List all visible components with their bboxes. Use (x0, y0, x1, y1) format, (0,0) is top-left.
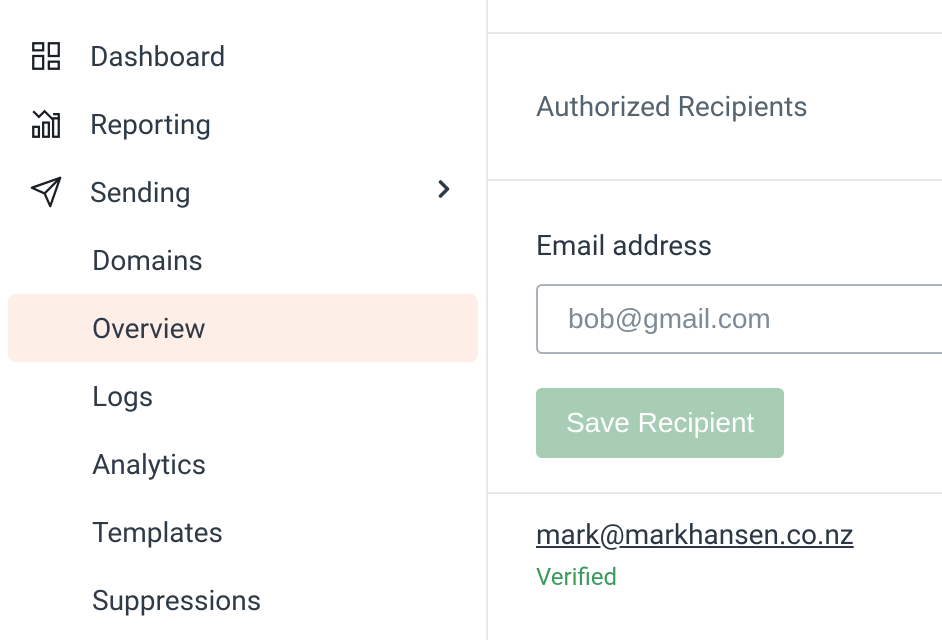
sidebar-item-sending[interactable]: Sending (8, 158, 478, 226)
main-content: credentials, and you're ready to Authori… (488, 0, 942, 640)
sidebar-item-label: Logs (92, 380, 153, 413)
intro-text: credentials, and you're ready to (488, 0, 942, 32)
save-recipient-button[interactable]: Save Recipient (536, 388, 784, 458)
sidebar-item-label: Dashboard (90, 40, 458, 73)
recipient-email-link[interactable]: mark@markhansen.co.nz (536, 518, 854, 551)
sidebar-subitem-analytics[interactable]: Analytics (8, 430, 478, 498)
recipient-form: Email address Save Recipient (488, 181, 942, 492)
sidebar-subitem-logs[interactable]: Logs (8, 362, 478, 430)
sidebar-subitem-domains[interactable]: Domains (8, 226, 478, 294)
dashboard-icon (28, 38, 64, 74)
sidebar-item-label: Templates (92, 516, 223, 549)
chevron-right-icon (430, 175, 458, 210)
sidebar-item-dashboard[interactable]: Dashboard (8, 22, 478, 90)
sidebar-item-label: Domains (92, 244, 203, 277)
sidebar-item-reporting[interactable]: Reporting (8, 90, 478, 158)
sidebar-item-label: Analytics (92, 448, 206, 481)
sidebar-item-label: Reporting (90, 108, 458, 141)
status-badge: Verified (536, 563, 942, 591)
email-input[interactable] (536, 284, 942, 354)
sidebar-subitem-templates[interactable]: Templates (8, 498, 478, 566)
recipient-row: mark@markhansen.co.nz Verified (488, 492, 942, 591)
section-title: Authorized Recipients (536, 90, 942, 123)
sidebar-subitem-overview[interactable]: Overview (8, 294, 478, 362)
sidebar-item-label: Sending (90, 176, 430, 209)
sidebar: Dashboard Reporting Sendi (0, 0, 488, 640)
section-header: Authorized Recipients (488, 32, 942, 181)
reporting-icon (28, 106, 64, 142)
sidebar-item-label: Suppressions (92, 584, 261, 617)
sidebar-subitem-suppressions[interactable]: Suppressions (8, 566, 478, 634)
sidebar-item-label: Overview (92, 312, 206, 345)
send-icon (28, 174, 64, 210)
email-label: Email address (536, 229, 942, 262)
